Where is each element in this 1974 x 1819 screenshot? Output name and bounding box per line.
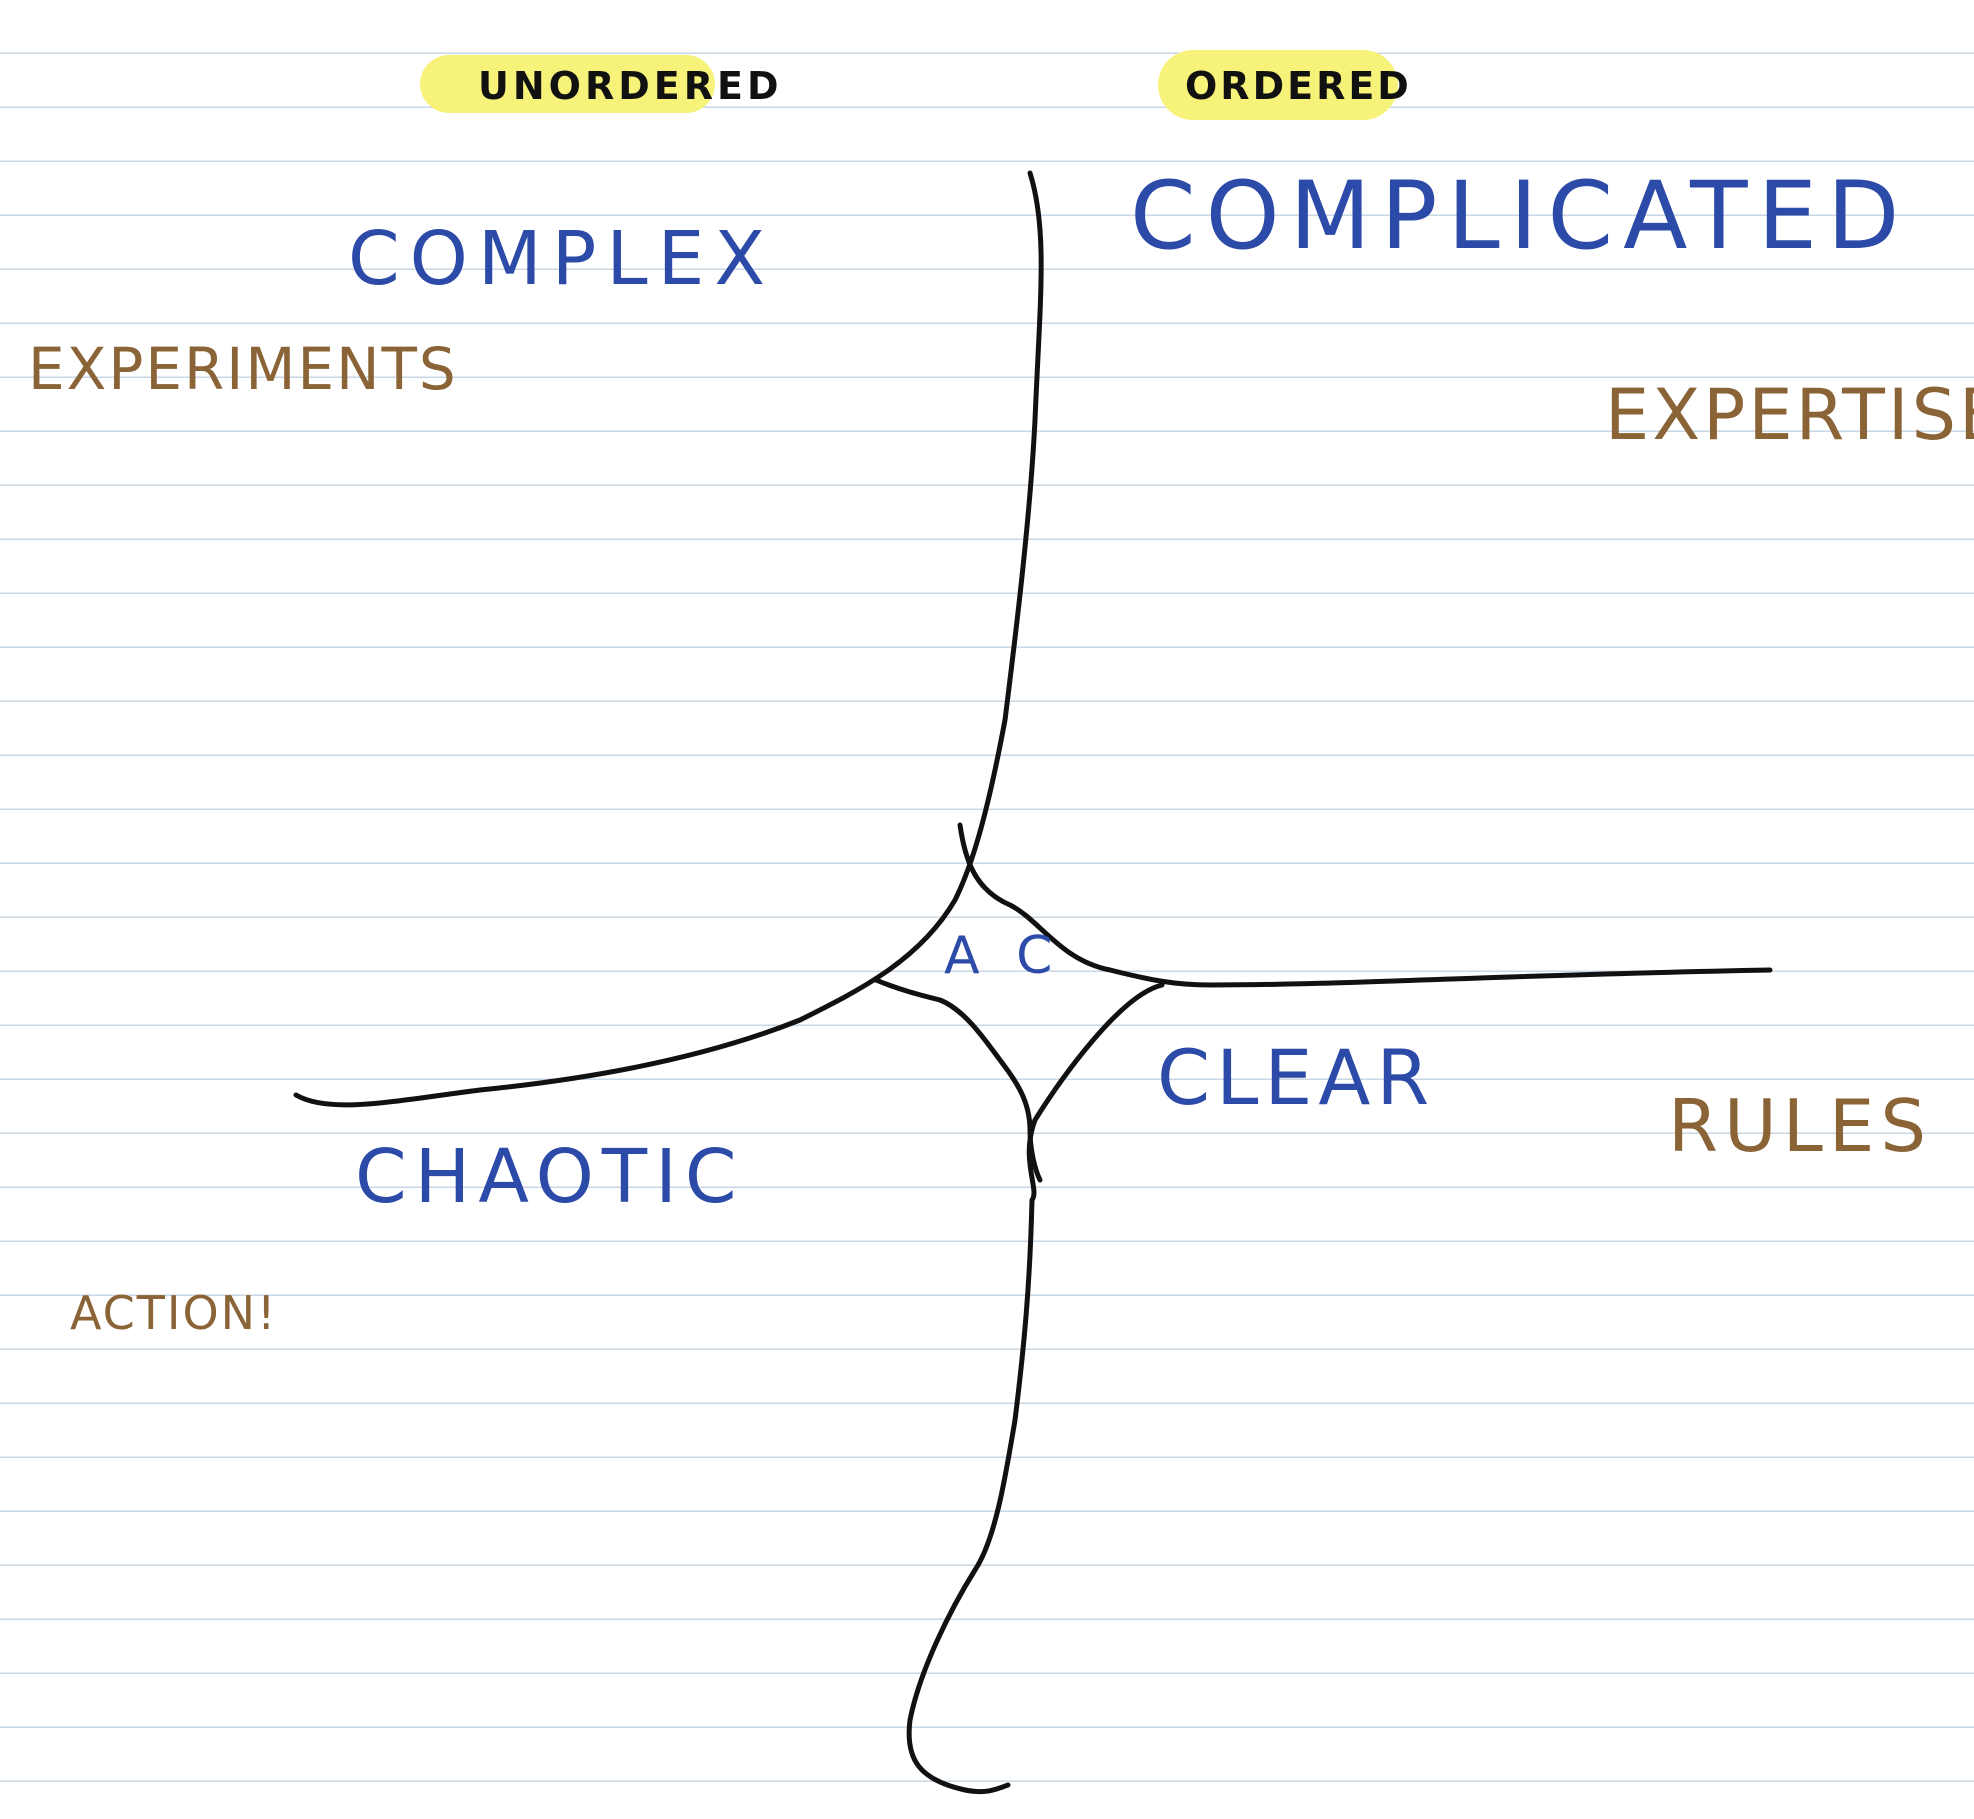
bottom-boundary-line [906,982,1165,1795]
notebook-page: UNORDERED ORDERED COMPLEX COMPLICATED CH… [0,0,1974,1819]
domain-center: A C [944,926,1063,986]
approach-experiments: EXPERIMENTS [28,335,458,403]
approach-action: ACTION! [70,1286,278,1340]
right-boundary-line [957,822,1773,988]
approach-rules: RULES [1668,1084,1933,1168]
domain-clear: CLEAR [1157,1033,1436,1122]
header-unordered: UNORDERED [478,64,783,108]
header-ordered: ORDERED [1185,64,1412,108]
domain-chaotic: CHAOTIC [355,1134,745,1220]
domain-complicated: COMPLICATED [1130,162,1910,271]
top-boundary-line [293,170,1044,1108]
approach-expertise: EXPERTISE [1605,374,1974,456]
domain-complex: COMPLEX [348,216,776,302]
cynefin-boundary-lines [293,170,1773,1795]
left-inner-boundary-line [873,977,1043,1183]
